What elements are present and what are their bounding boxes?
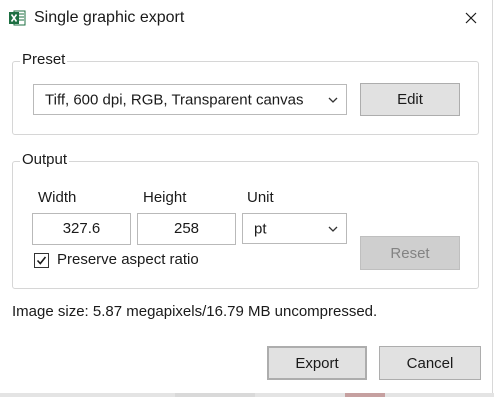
unit-dropdown[interactable]: pt xyxy=(242,213,347,244)
edit-preset-button[interactable]: Edit xyxy=(360,83,460,116)
close-button[interactable] xyxy=(458,6,484,30)
export-button-label: Export xyxy=(295,354,339,372)
cancel-button-label: Cancel xyxy=(406,354,454,372)
dialog-title: Single graphic export xyxy=(34,9,185,26)
preserve-aspect-checkbox[interactable] xyxy=(34,253,49,268)
output-group-label: Output xyxy=(20,151,70,168)
close-icon xyxy=(465,12,477,24)
chevron-down-icon xyxy=(328,97,338,103)
excel-icon xyxy=(9,10,26,26)
edit-preset-button-label: Edit xyxy=(397,91,423,108)
cancel-button[interactable]: Cancel xyxy=(379,346,481,380)
width-field[interactable]: 327.6 xyxy=(32,213,131,245)
single-graphic-export-dialog: Single graphic export Preset Tiff, 600 d… xyxy=(0,0,493,393)
preset-group-label: Preset xyxy=(20,51,68,68)
title-bar: Single graphic export xyxy=(0,0,492,36)
unit-selected-value: pt xyxy=(254,220,267,237)
height-field[interactable]: 258 xyxy=(137,213,236,245)
unit-label: Unit xyxy=(247,189,274,206)
height-label: Height xyxy=(143,189,187,206)
preserve-aspect-label[interactable]: Preserve aspect ratio xyxy=(57,251,199,268)
background-spreadsheet-strip xyxy=(0,393,494,397)
export-button[interactable]: Export xyxy=(267,346,367,380)
reset-button-label: Reset xyxy=(390,244,430,262)
checkmark-icon xyxy=(36,256,47,265)
preset-selected-value: Tiff, 600 dpi, RGB, Transparent canvas xyxy=(45,91,304,108)
image-size-info: Image size: 5.87 megapixels/16.79 MB unc… xyxy=(12,303,378,320)
reset-button[interactable]: Reset xyxy=(360,236,460,270)
width-label: Width xyxy=(38,189,77,206)
chevron-down-icon xyxy=(328,226,338,232)
preset-dropdown[interactable]: Tiff, 600 dpi, RGB, Transparent canvas xyxy=(33,84,347,115)
